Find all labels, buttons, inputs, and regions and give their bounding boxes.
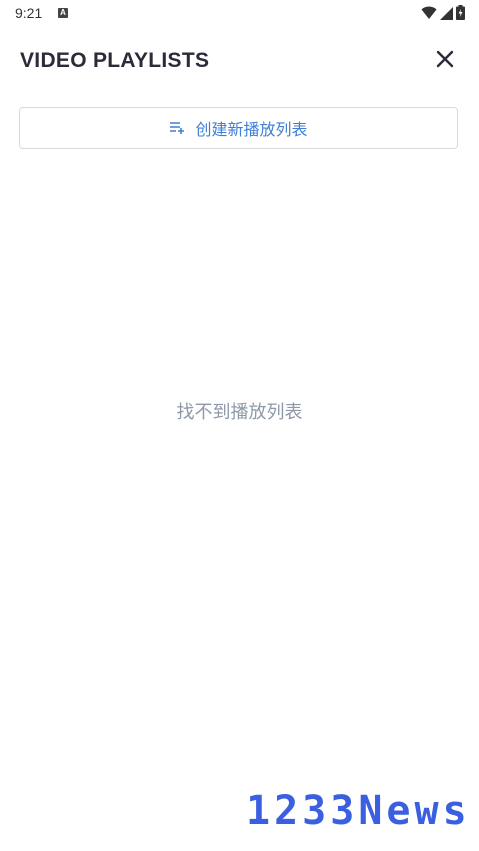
status-icons: [421, 5, 465, 24]
signal-icon: [440, 5, 453, 24]
create-playlist-button[interactable]: 创建新播放列表: [19, 107, 458, 149]
empty-state-message: 找不到播放列表: [176, 402, 303, 423]
status-time: 9:21: [15, 5, 43, 21]
status-bar: 9:21 A: [0, 0, 479, 26]
header: VIDEO PLAYLISTS: [0, 40, 479, 84]
watermark-logo: 1233News: [246, 788, 471, 834]
page-title: VIDEO PLAYLISTS: [20, 49, 210, 72]
a-icon: A: [58, 8, 68, 18]
battery-icon: [456, 5, 465, 24]
close-button[interactable]: [430, 46, 460, 76]
create-playlist-label: 创建新播放列表: [195, 120, 308, 139]
close-icon: [436, 50, 454, 72]
wifi-icon: [421, 5, 437, 24]
playlist-add-icon: [169, 119, 185, 138]
